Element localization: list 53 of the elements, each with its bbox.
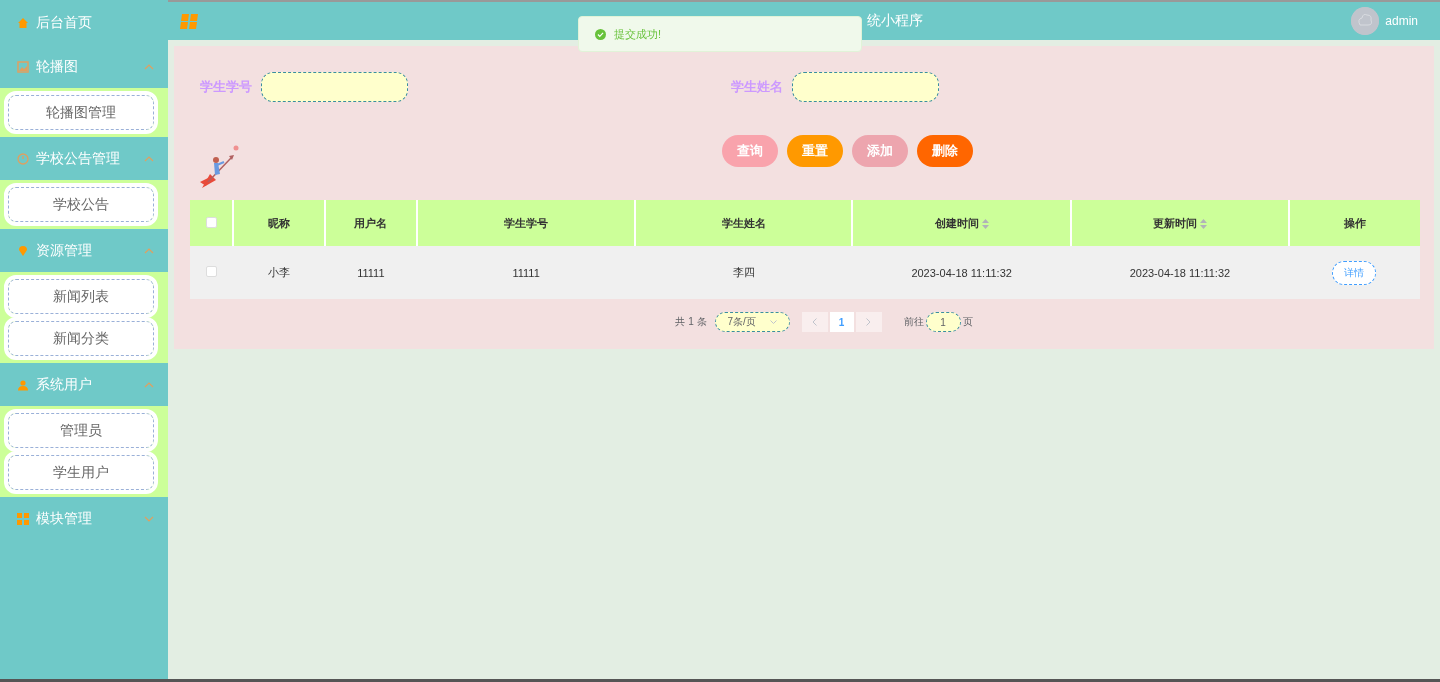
chevron-left-icon[interactable] <box>812 318 818 326</box>
column-header[interactable]: 更新时间 <box>1071 200 1289 246</box>
menu-item[interactable]: 后台首页 <box>0 0 168 45</box>
sort-icon[interactable] <box>1199 218 1207 229</box>
grid-icon <box>17 512 29 525</box>
action-button[interactable]: 添加 <box>852 135 908 167</box>
table-cell: 11111 <box>357 266 385 279</box>
total-count: 共 1 条 <box>675 315 707 329</box>
input-field[interactable] <box>261 72 408 102</box>
home-icon <box>17 16 29 29</box>
page-number[interactable]: 1 <box>829 312 854 332</box>
action-button[interactable]: 重置 <box>787 135 843 167</box>
grid-icon[interactable] <box>180 12 199 30</box>
table-cell: 11111 <box>512 266 540 279</box>
page-suffix: 页 <box>962 315 973 329</box>
column-header: 学生学号 <box>416 200 636 246</box>
user-icon <box>17 378 29 391</box>
menu-item[interactable]: 学校公告管理 <box>0 137 168 180</box>
field-label: 学生姓名 <box>731 78 783 96</box>
column-header: 用户名 <box>324 200 417 246</box>
image-icon <box>17 60 29 73</box>
menu-item[interactable]: 模块管理 <box>0 497 168 540</box>
username[interactable]: admin <box>1385 14 1418 28</box>
page-input[interactable]: 1 <box>925 312 961 332</box>
chevron-down-icon <box>769 320 777 324</box>
menu-item[interactable]: 系统用户 <box>0 363 168 406</box>
success-icon <box>595 28 606 40</box>
avatar-icon[interactable] <box>1351 7 1380 35</box>
action-button[interactable]: 查询 <box>722 135 778 167</box>
menu-item[interactable]: 轮播图 <box>0 45 168 88</box>
location-icon <box>17 244 29 257</box>
checkbox[interactable] <box>206 266 218 277</box>
table-cell: 2023-04-18 11:11:32 <box>911 266 1012 279</box>
table-cell: 小李 <box>267 266 290 278</box>
column-header: 昵称 <box>233 200 325 246</box>
table-cell: 2023-04-18 11:11:32 <box>1129 266 1231 279</box>
action-button[interactable]: 删除 <box>917 135 973 167</box>
column-header: 学生姓名 <box>635 200 853 246</box>
field-label: 学生学号 <box>200 78 252 96</box>
input-field[interactable] <box>792 72 939 102</box>
toast-message: 提交成功! <box>614 26 662 42</box>
header-title: 统小程序 <box>867 12 923 30</box>
goto-label: 前往 <box>903 315 924 329</box>
page-size-select[interactable]: 7条/页 <box>714 312 790 332</box>
column-header: 操作 <box>1288 200 1420 246</box>
clock-icon <box>17 152 29 165</box>
sort-icon[interactable] <box>981 218 989 229</box>
table-cell: 李四 <box>732 266 755 278</box>
menu-item[interactable]: 资源管理 <box>0 229 168 272</box>
column-header[interactable]: 创建时间 <box>852 200 1071 246</box>
chevron-right-icon[interactable] <box>866 318 872 326</box>
checkbox[interactable] <box>205 216 217 228</box>
details-button[interactable]: 详情 <box>1332 260 1377 285</box>
